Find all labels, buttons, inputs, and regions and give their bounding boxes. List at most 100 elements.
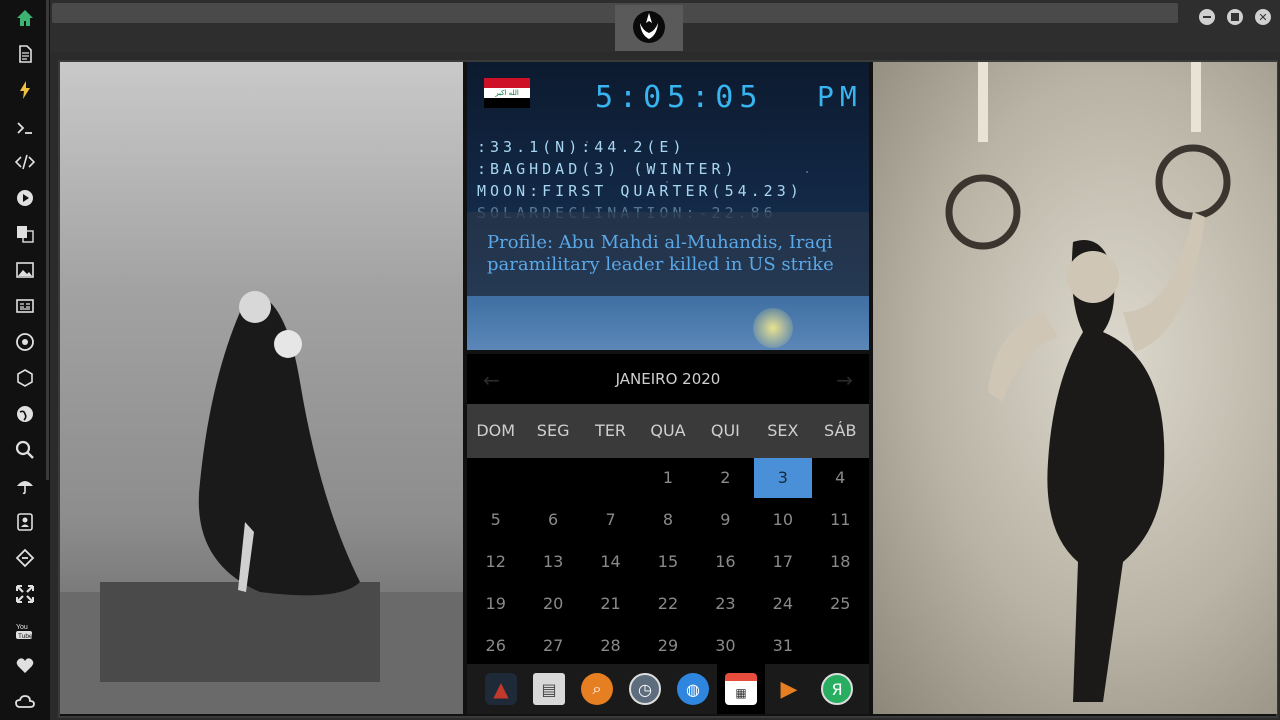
calendar-day[interactable] <box>582 458 639 498</box>
calendar-day[interactable]: 2 <box>697 458 754 498</box>
umbrella-icon[interactable] <box>13 474 37 498</box>
calendar-day[interactable]: 29 <box>639 626 696 666</box>
youtube-icon[interactable]: You Tube <box>13 618 37 642</box>
dock-item[interactable]: ▲ <box>477 664 525 714</box>
translate-icon[interactable] <box>13 222 37 246</box>
link-icon[interactable] <box>13 546 37 570</box>
clock-time: 5:05:05 <box>595 80 764 115</box>
calendar-day[interactable] <box>524 458 581 498</box>
terminal-icon[interactable] <box>13 116 37 140</box>
clock-moon: MOON:FIRST QUARTER(54.23) <box>477 182 803 200</box>
maximize-button[interactable] <box>1227 9 1243 25</box>
calendar-day[interactable]: 5 <box>467 500 524 540</box>
svg-text:You: You <box>16 624 28 631</box>
browser-globe-icon: ◍ <box>677 673 709 705</box>
calendar-day[interactable]: 7 <box>582 500 639 540</box>
code-icon[interactable] <box>13 150 37 174</box>
clock-widget: الله اكبر 5:05:05 PM :33.1(N):44.2(E) :B… <box>467 62 869 350</box>
calendar-day[interactable]: 30 <box>697 626 754 666</box>
calendar-day[interactable]: 15 <box>639 542 696 582</box>
dock-item[interactable]: ⌕ <box>573 664 621 714</box>
dock-item[interactable]: Я <box>813 664 861 714</box>
calendar-day[interactable]: 26 <box>467 626 524 666</box>
image-icon[interactable] <box>13 258 37 282</box>
lightning-icon[interactable] <box>13 78 37 102</box>
calendar-day[interactable]: 18 <box>812 542 869 582</box>
calendar-month-title: JANEIRO 2020 <box>615 370 721 388</box>
heart-icon[interactable] <box>13 654 37 678</box>
contacts-icon[interactable] <box>13 510 37 534</box>
calendar-day[interactable]: 13 <box>524 542 581 582</box>
calendar-day[interactable]: 14 <box>582 542 639 582</box>
calendar-day[interactable]: 4 <box>812 458 869 498</box>
calendar-day[interactable]: 23 <box>697 584 754 624</box>
calendar-day[interactable]: 19 <box>467 584 524 624</box>
weekday-label: TER <box>595 421 627 440</box>
calendar-day[interactable]: 25 <box>812 584 869 624</box>
calendar-day[interactable]: 6 <box>524 500 581 540</box>
sun-icon <box>753 308 793 348</box>
dock-item[interactable]: ▶ <box>765 664 813 714</box>
weekday-label: DOM <box>476 421 516 440</box>
search-icon[interactable] <box>13 438 37 462</box>
dock-item[interactable]: ◷ <box>621 664 669 714</box>
app-launcher-icon: ▲ <box>485 673 517 705</box>
calendar-day[interactable]: 16 <box>697 542 754 582</box>
calendar-day[interactable]: 20 <box>524 584 581 624</box>
calendar-day[interactable]: 12 <box>467 542 524 582</box>
yandex-icon: Я <box>821 673 853 705</box>
minimize-button[interactable] <box>1199 9 1215 25</box>
calendar-day[interactable]: 8 <box>639 500 696 540</box>
calendar-day[interactable]: 10 <box>754 500 811 540</box>
weekday-label: QUI <box>710 421 740 440</box>
calendar-day[interactable]: 9 <box>697 500 754 540</box>
calendar-day[interactable]: 28 <box>582 626 639 666</box>
play-icon[interactable] <box>13 186 37 210</box>
calendar-day[interactable]: 1 <box>639 458 696 498</box>
home-icon[interactable] <box>13 6 37 30</box>
clock-coords: :33.1(N):44.2(E) <box>477 138 686 156</box>
clock-location: :BAGHDAD(3) (WINTER) <box>477 160 738 178</box>
photo-gymnast-rings <box>873 62 1277 714</box>
logo-tab[interactable] <box>615 5 683 51</box>
sidebar-scrollbar[interactable] <box>46 0 49 480</box>
calendar-day[interactable] <box>467 458 524 498</box>
globe-icon[interactable] <box>13 402 37 426</box>
photo-mother-and-child <box>60 62 463 714</box>
cloud-icon[interactable] <box>13 690 37 714</box>
calendar-day[interactable]: 31 <box>754 626 811 666</box>
calendar-day[interactable]: 17 <box>754 542 811 582</box>
horizon <box>467 296 869 350</box>
news-headline[interactable]: Profile: Abu Mahdi al-Muhandis, Iraqi pa… <box>467 212 869 296</box>
clock-app-icon: ◷ <box>629 673 661 705</box>
newspaper-icon: ▤ <box>533 673 565 705</box>
calendar-day[interactable] <box>812 626 869 666</box>
calendar-day[interactable]: 22 <box>639 584 696 624</box>
calendar-day[interactable]: 27 <box>524 626 581 666</box>
calendar-day[interactable]: 21 <box>582 584 639 624</box>
search-app-icon: ⌕ <box>581 673 613 705</box>
calendar-next-button[interactable]: → <box>836 368 853 392</box>
calendar-app-icon: ▦ <box>725 673 757 705</box>
close-button[interactable]: ✕ <box>1255 9 1271 25</box>
dock-item-active[interactable]: ▦ <box>717 664 765 714</box>
calendar-day[interactable]: 11 <box>812 500 869 540</box>
calendar-weekday-header: DOM SEG TER QUA QUI SEX SÁB <box>467 404 869 458</box>
weekday-label: SEG <box>536 421 570 440</box>
calendar-week: 5 6 7 8 9 10 11 <box>467 500 869 540</box>
calendar: ← JANEIRO 2020 → DOM SEG TER QUA QUI SEX… <box>467 354 869 664</box>
calendar-day-today[interactable]: 3 <box>754 458 812 498</box>
news-icon[interactable] <box>13 294 37 318</box>
weekday-label: SEX <box>767 421 799 440</box>
sidebar: You Tube <box>0 0 50 720</box>
dock-item[interactable]: ◍ <box>669 664 717 714</box>
weekday-label: QUA <box>650 421 686 440</box>
document-icon[interactable] <box>13 42 37 66</box>
forward-arrow-icon: ▶ <box>780 676 798 702</box>
dock-item[interactable]: ▤ <box>525 664 573 714</box>
calendar-week: 26 27 28 29 30 31 <box>467 626 869 666</box>
expand-icon[interactable] <box>13 582 37 606</box>
hexagon-icon[interactable] <box>13 366 37 390</box>
calendar-day[interactable]: 24 <box>754 584 811 624</box>
rebel-icon[interactable] <box>13 330 37 354</box>
